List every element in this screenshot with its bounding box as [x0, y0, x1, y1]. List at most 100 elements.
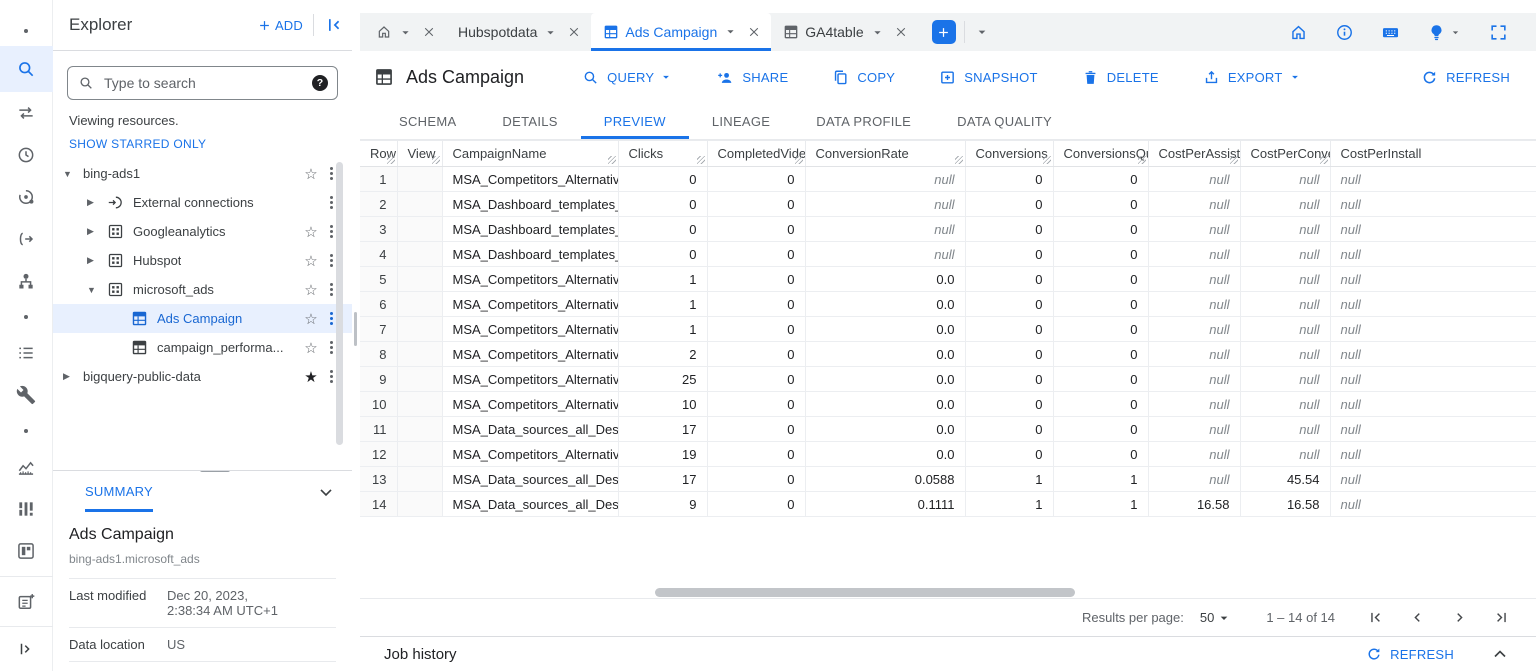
- tab-summary[interactable]: SUMMARY: [85, 471, 153, 512]
- refresh-button[interactable]: REFRESH: [1421, 69, 1510, 86]
- tab-data-profile[interactable]: DATA PROFILE: [793, 103, 934, 139]
- star-icon[interactable]: ☆: [300, 165, 322, 183]
- column-header-clicks[interactable]: Clicks: [618, 140, 708, 167]
- star-icon[interactable]: ☆: [300, 281, 322, 299]
- explorer-search-box[interactable]: ?: [67, 66, 338, 100]
- tab-schema[interactable]: SCHEMA: [376, 103, 479, 139]
- tree-item-googleanalytics[interactable]: ▶ Googleanalytics ☆: [53, 217, 352, 246]
- snapshot-button[interactable]: SNAPSHOT: [939, 69, 1038, 86]
- panel-resize-gutter[interactable]: [352, 0, 360, 671]
- caret-down-icon[interactable]: [543, 25, 558, 40]
- tree-item-campaign-performa[interactable]: campaign_performa... ☆: [53, 333, 352, 362]
- tree-item-microsoft-ads[interactable]: ▼ microsoft_ads ☆: [53, 275, 352, 304]
- keyboard-icon[interactable]: [1381, 23, 1400, 42]
- tree-item-bigquery-public-data[interactable]: ▶ bigquery-public-data ★: [53, 362, 352, 391]
- tree-item-bing-ads1[interactable]: ▼ bing-ads1 ☆: [53, 159, 352, 188]
- more-dot-icon[interactable]: [0, 416, 53, 446]
- last-page-icon[interactable]: [1493, 609, 1510, 626]
- help-icon[interactable]: ?: [312, 75, 328, 91]
- delete-button[interactable]: DELETE: [1082, 69, 1159, 86]
- tab-list-caret-icon[interactable]: [974, 24, 990, 40]
- capacity-icon[interactable]: [0, 488, 53, 530]
- column-header-costperconvers[interactable]: CostPerConvers: [1240, 140, 1331, 167]
- tree-item-hubspot[interactable]: ▶ Hubspot ☆: [53, 246, 352, 275]
- monitoring-icon[interactable]: [0, 446, 53, 488]
- partner-center-icon[interactable]: [0, 260, 53, 302]
- show-starred-only-link[interactable]: SHOW STARRED ONLY: [69, 137, 336, 151]
- collapse-summary-icon[interactable]: [316, 482, 336, 502]
- tab-home[interactable]: [364, 13, 446, 51]
- administration-icon[interactable]: [0, 374, 53, 416]
- expand-rail-button[interactable]: [0, 626, 53, 671]
- column-header-costperinstall[interactable]: CostPerInstall: [1330, 140, 1536, 167]
- home-icon[interactable]: [1289, 23, 1308, 42]
- column-header-conversionsqua[interactable]: ConversionsQua: [1053, 140, 1149, 167]
- export-button[interactable]: EXPORT: [1203, 69, 1302, 86]
- star-icon[interactable]: ☆: [300, 223, 322, 241]
- expander-right-icon[interactable]: ▶: [87, 197, 107, 208]
- column-header-view[interactable]: View: [397, 140, 443, 167]
- close-icon[interactable]: [567, 25, 581, 39]
- tab-ads-campaign[interactable]: Ads Campaign: [591, 13, 772, 51]
- expander-down-icon[interactable]: ▼: [63, 169, 83, 179]
- column-header-row[interactable]: Row: [360, 140, 398, 167]
- bi-engine-icon[interactable]: [0, 530, 53, 572]
- star-icon[interactable]: ☆: [300, 339, 322, 357]
- more-dot-icon[interactable]: [0, 302, 53, 332]
- dataform-icon[interactable]: [0, 218, 53, 260]
- star-icon[interactable]: ☆: [300, 252, 322, 270]
- previous-page-icon[interactable]: [1409, 609, 1426, 626]
- share-button[interactable]: SHARE: [717, 69, 788, 86]
- tab-lineage[interactable]: LINEAGE: [689, 103, 793, 139]
- analytics-hub-icon[interactable]: [0, 176, 53, 218]
- collapse-job-history-icon[interactable]: [1490, 644, 1510, 664]
- expander-right-icon[interactable]: ▶: [87, 255, 107, 266]
- fullscreen-icon[interactable]: [1489, 23, 1508, 42]
- tree-item-external-connections[interactable]: ▶ External connections: [53, 188, 352, 217]
- close-icon[interactable]: [422, 25, 436, 39]
- search-input[interactable]: [102, 74, 304, 92]
- info-icon[interactable]: [1335, 23, 1354, 42]
- first-page-icon[interactable]: [1367, 609, 1384, 626]
- vertical-drag-handle[interactable]: [354, 312, 357, 346]
- horizontal-scrollbar-thumb[interactable]: [655, 588, 1075, 597]
- notebook-add-icon[interactable]: [0, 581, 53, 623]
- tab-preview[interactable]: PREVIEW: [580, 103, 689, 139]
- explorer-scrollbar[interactable]: [336, 162, 343, 445]
- column-header-campaignname[interactable]: CampaignName: [442, 140, 619, 167]
- tab-ga4table[interactable]: GA4table: [771, 13, 917, 51]
- close-icon[interactable]: [894, 25, 908, 39]
- copy-button[interactable]: COPY: [832, 69, 895, 86]
- star-icon[interactable]: ☆: [300, 310, 322, 328]
- expander-right-icon[interactable]: ▶: [63, 371, 83, 382]
- page-size-dropdown[interactable]: 50: [1200, 610, 1232, 626]
- suggestions-control[interactable]: [1427, 23, 1462, 42]
- tree-item-ads-campaign[interactable]: Ads Campaign ☆: [53, 304, 352, 333]
- next-page-icon[interactable]: [1451, 609, 1468, 626]
- tab-hubspotdata[interactable]: Hubspotdata: [446, 13, 591, 51]
- star-icon[interactable]: ★: [300, 368, 322, 386]
- column-header-conversionrate[interactable]: ConversionRate: [805, 140, 966, 167]
- expander-down-icon[interactable]: ▼: [87, 285, 107, 295]
- column-header-conversions[interactable]: Conversions: [965, 140, 1054, 167]
- caret-down-icon[interactable]: [723, 24, 738, 39]
- tab-data-quality[interactable]: DATA QUALITY: [934, 103, 1075, 139]
- query-button[interactable]: QUERY: [582, 69, 673, 86]
- add-data-button[interactable]: ADD: [257, 18, 303, 33]
- collapse-explorer-icon[interactable]: [324, 15, 344, 35]
- close-icon[interactable]: [747, 25, 761, 39]
- caret-down-icon[interactable]: [398, 25, 413, 40]
- scheduled-queries-icon[interactable]: [0, 134, 53, 176]
- tab-details[interactable]: DETAILS: [479, 103, 580, 139]
- data-transfers-icon[interactable]: [0, 92, 53, 134]
- caret-down-icon[interactable]: [870, 25, 885, 40]
- job-history-refresh-button[interactable]: REFRESH: [1366, 646, 1454, 662]
- new-tab-button[interactable]: [931, 20, 956, 44]
- column-header-completedvideo[interactable]: CompletedVideo: [707, 140, 806, 167]
- search-icon[interactable]: [0, 46, 53, 92]
- more-dot-icon[interactable]: [0, 16, 53, 46]
- expander-right-icon[interactable]: ▶: [87, 226, 107, 237]
- panel-drag-handle[interactable]: [200, 471, 230, 472]
- column-header-costperassist[interactable]: CostPerAssist: [1148, 140, 1241, 167]
- job-list-icon[interactable]: [0, 332, 53, 374]
